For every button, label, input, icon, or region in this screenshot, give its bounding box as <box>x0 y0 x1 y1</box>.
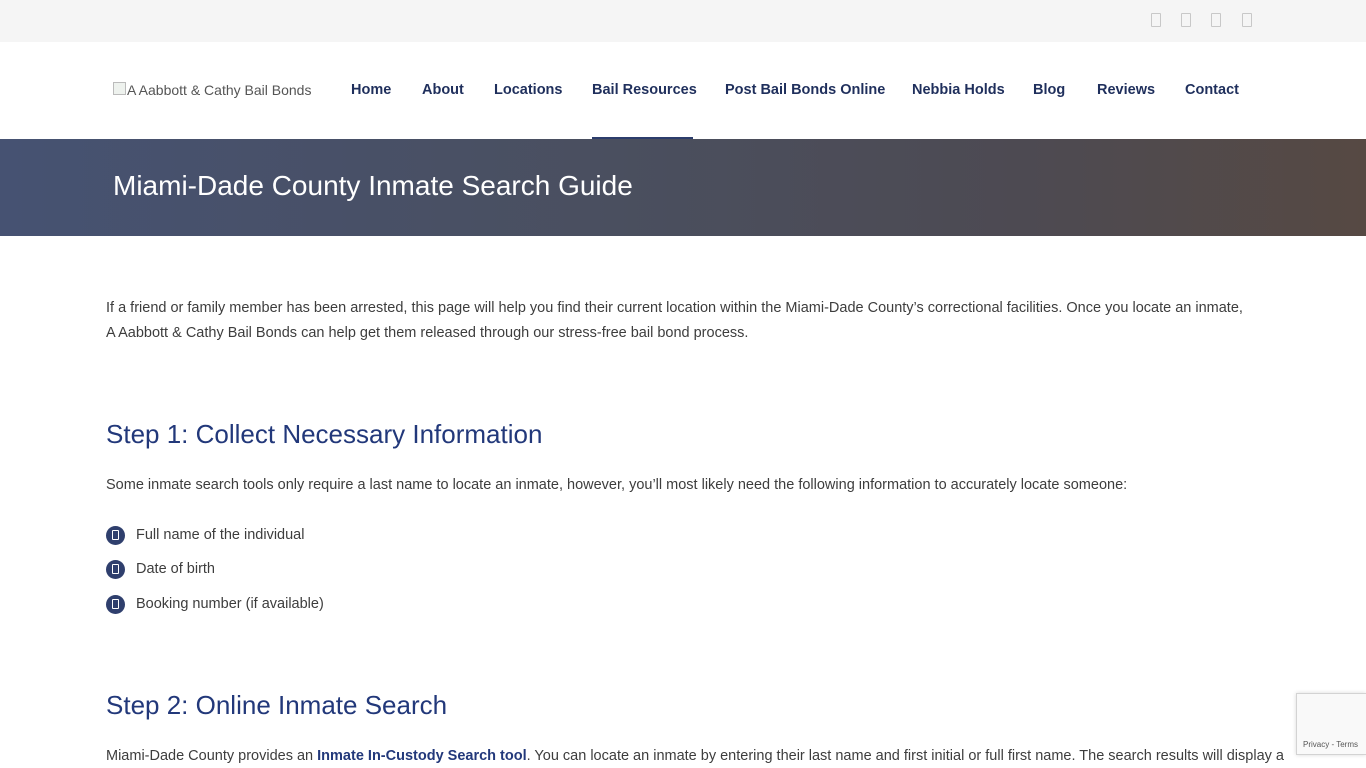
broken-image-icon <box>113 81 126 95</box>
youtube-icon[interactable] <box>1242 13 1252 27</box>
phone-bullet-icon <box>106 525 125 545</box>
twitter-icon[interactable] <box>1181 13 1191 27</box>
phone-bullet-icon <box>106 559 125 579</box>
step2-text-before: Miami-Dade County provides an <box>106 748 318 764</box>
list-item-text: Booking number (if available) <box>136 596 324 612</box>
site-header: A Aabbott & Cathy Bail Bonds Home About … <box>0 42 1366 139</box>
nav-contact[interactable]: Contact <box>1185 82 1239 98</box>
page-banner: Miami-Dade County Inmate Search Guide <box>0 139 1366 236</box>
site-logo[interactable]: A Aabbott & Cathy Bail Bonds <box>113 81 312 98</box>
step1-paragraph: Some inmate search tools only require a … <box>106 477 1128 493</box>
nav-blog[interactable]: Blog <box>1033 82 1065 98</box>
step1-heading: Step 1: Collect Necessary Information <box>106 419 543 449</box>
inmate-search-link[interactable]: Inmate In-Custody Search tool <box>317 748 526 764</box>
step2-paragraph: Miami-Dade County provides an Inmate In-… <box>106 744 1284 768</box>
list-item-text: Full name of the individual <box>136 527 305 543</box>
nav-locations[interactable]: Locations <box>494 82 562 98</box>
recaptcha-badge[interactable]: Privacy - Terms <box>1296 693 1366 755</box>
intro-paragraph: If a friend or family member has been ar… <box>106 300 1243 341</box>
nav-home[interactable]: Home <box>351 82 391 98</box>
recaptcha-terms-link[interactable]: Terms <box>1336 740 1358 749</box>
page-title: Miami-Dade County Inmate Search Guide <box>113 170 633 201</box>
list-item-text: Date of birth <box>136 561 215 577</box>
list-item: Full name of the individual <box>106 525 304 545</box>
step2-heading: Step 2: Online Inmate Search <box>106 690 448 720</box>
nav-about[interactable]: About <box>422 82 464 98</box>
phone-bullet-icon <box>106 594 125 614</box>
list-item: Date of birth <box>106 559 215 579</box>
recaptcha-links: Privacy - Terms <box>1303 740 1358 749</box>
recaptcha-privacy-link[interactable]: Privacy <box>1303 740 1329 749</box>
nav-post-bail-bonds-online[interactable]: Post Bail Bonds Online <box>725 82 885 98</box>
list-item: Booking number (if available) <box>106 594 324 614</box>
linkedin-icon[interactable] <box>1211 13 1221 27</box>
top-bar <box>0 0 1366 42</box>
nav-nebbia-holds[interactable]: Nebbia Holds <box>912 82 1005 98</box>
step2-text-after: . You can locate an inmate by entering t… <box>526 748 1284 764</box>
nav-reviews[interactable]: Reviews <box>1097 82 1155 98</box>
nav-bail-resources[interactable]: Bail Resources <box>592 82 697 98</box>
logo-alt-text: A Aabbott & Cathy Bail Bonds <box>127 82 312 98</box>
facebook-icon[interactable] <box>1151 13 1161 27</box>
